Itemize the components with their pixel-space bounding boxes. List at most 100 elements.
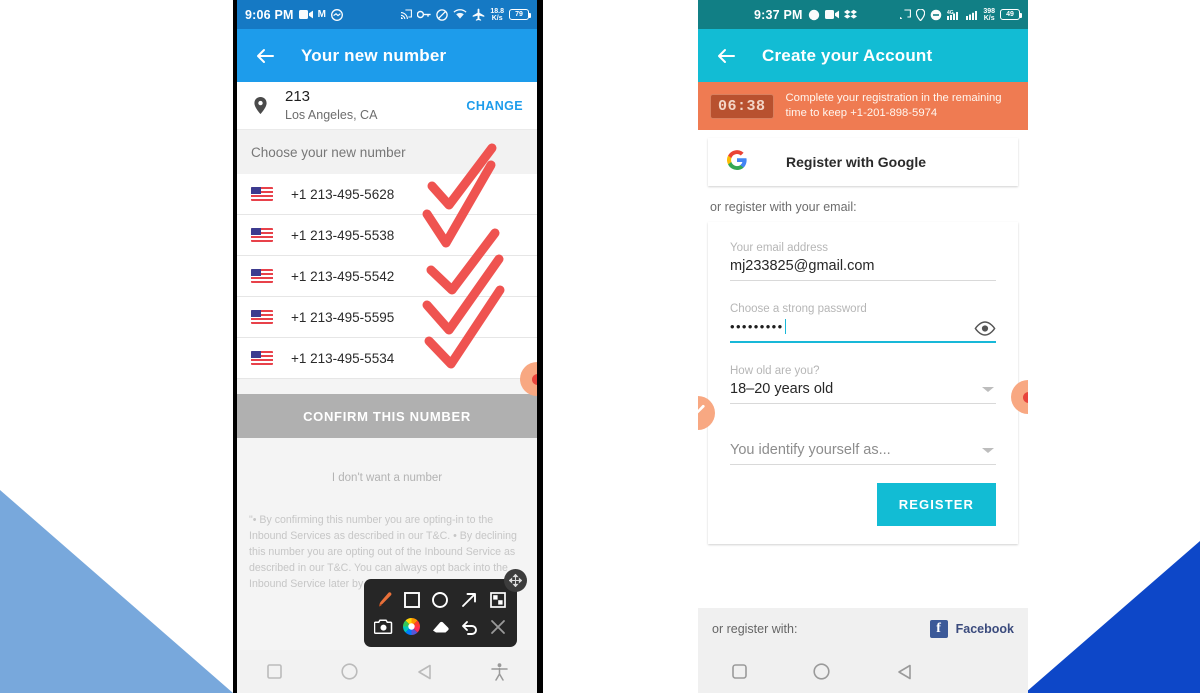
eye-visibility-icon[interactable] bbox=[974, 321, 996, 341]
us-flag-icon bbox=[251, 351, 273, 365]
countdown-timer: 06:38 bbox=[710, 93, 774, 119]
right-status-bar-right-group: 4G 398 K/s 49 bbox=[899, 7, 1023, 22]
record-dot-icon bbox=[808, 9, 820, 21]
do-not-disturb-icon bbox=[930, 9, 942, 21]
right-app-bar: Create your Account bbox=[698, 29, 1028, 82]
screenshot-edit-toolbar[interactable] bbox=[364, 569, 527, 647]
choose-number-label: Choose your new number bbox=[237, 130, 537, 174]
status-time: 9:37 PM bbox=[754, 7, 803, 22]
network-speed-indicator: 398 K/s bbox=[983, 7, 995, 22]
google-g-icon bbox=[726, 149, 748, 175]
decline-number-link[interactable]: I don't want a number bbox=[237, 446, 537, 512]
vpn-key-icon bbox=[417, 10, 431, 19]
triangle-back-icon[interactable] bbox=[405, 652, 445, 692]
facebook-label: Facebook bbox=[955, 622, 1014, 636]
confirm-number-button[interactable]: CONFIRM THIS NUMBER bbox=[237, 394, 537, 438]
number-list-item[interactable]: +1 213-495-5628 bbox=[237, 174, 537, 215]
network-speed-indicator: 18.8 K/s bbox=[490, 7, 504, 22]
page-title: Create your Account bbox=[762, 45, 933, 65]
chat-bubble-icon bbox=[331, 8, 343, 21]
left-status-bar-right-group: 18.8 K/s 79 bbox=[400, 7, 532, 22]
back-arrow-icon[interactable] bbox=[253, 44, 277, 68]
triangle-back-icon[interactable] bbox=[884, 652, 924, 692]
list-spacer bbox=[237, 379, 537, 394]
us-flag-icon bbox=[251, 187, 273, 201]
move-handle-icon[interactable] bbox=[504, 569, 527, 592]
video-camera-icon bbox=[824, 9, 839, 20]
age-select-value[interactable]: 18–20 years old bbox=[730, 381, 996, 403]
battery-indicator: 79 bbox=[509, 9, 532, 20]
close-icon[interactable] bbox=[486, 615, 510, 639]
handle-dot bbox=[1022, 391, 1028, 403]
age-field-group: How old are you? 18–20 years old bbox=[730, 365, 996, 404]
circle-shape-icon[interactable] bbox=[428, 588, 452, 612]
or-register-with-label: or register with: bbox=[712, 622, 798, 636]
phone-number: +1 213-495-5628 bbox=[291, 186, 395, 202]
square-shape-icon[interactable] bbox=[400, 588, 424, 612]
background-triangle-right bbox=[1025, 541, 1200, 693]
email-field-underline bbox=[730, 280, 996, 281]
number-list-item[interactable]: +1 213-495-5534 bbox=[237, 338, 537, 379]
camera-icon[interactable] bbox=[371, 615, 395, 639]
number-list-item[interactable]: +1 213-495-5542 bbox=[237, 256, 537, 297]
submit-row: REGISTER bbox=[730, 475, 996, 526]
left-nav-bar bbox=[237, 650, 537, 693]
email-field-label: Your email address bbox=[730, 242, 829, 254]
us-flag-icon bbox=[251, 228, 273, 242]
eraser-icon[interactable] bbox=[428, 615, 452, 639]
identity-field-group: You identify yourself as... bbox=[730, 426, 996, 465]
m-messenger-icon: M bbox=[317, 9, 326, 20]
right-nav-bar bbox=[698, 650, 1028, 693]
battery-indicator: 49 bbox=[1000, 9, 1023, 20]
screenshot-canvas: 9:06 PM M 18.8 K/s 79 Your new number 21… bbox=[0, 0, 1200, 693]
timer-message: Complete your registration in the remain… bbox=[785, 92, 1002, 119]
phone-number: +1 213-495-5595 bbox=[291, 309, 395, 325]
circle-home-icon[interactable] bbox=[802, 652, 842, 692]
wifi-icon bbox=[453, 9, 467, 20]
square-recents-icon[interactable] bbox=[719, 652, 759, 692]
brush-icon[interactable] bbox=[371, 588, 395, 612]
accessibility-icon[interactable] bbox=[480, 652, 520, 692]
screen-cast-icon bbox=[400, 9, 413, 20]
chevron-down-icon[interactable] bbox=[982, 387, 994, 392]
change-location-button[interactable]: CHANGE bbox=[466, 99, 523, 113]
phone-number: +1 213-495-5542 bbox=[291, 268, 395, 284]
circle-home-icon[interactable] bbox=[330, 652, 370, 692]
social-register-row: or register with: f Facebook bbox=[698, 608, 1028, 650]
do-not-disturb-icon bbox=[436, 8, 449, 21]
us-flag-icon bbox=[251, 269, 273, 283]
age-field-underline bbox=[730, 403, 996, 404]
left-phone-screen: 9:06 PM M 18.8 K/s 79 Your new number 21… bbox=[237, 0, 537, 693]
email-field[interactable]: mj233825@gmail.com bbox=[730, 258, 996, 280]
registration-form-card: Your email address mj233825@gmail.com Ch… bbox=[708, 222, 1018, 544]
identity-select-placeholder[interactable]: You identify yourself as... bbox=[730, 442, 996, 464]
facebook-icon: f bbox=[929, 620, 948, 638]
right-status-bar-left-group: 9:37 PM bbox=[754, 8, 857, 22]
register-button[interactable]: REGISTER bbox=[876, 483, 996, 526]
google-button-label: Register with Google bbox=[786, 154, 927, 170]
password-masked-value: ••••••••• bbox=[730, 319, 784, 334]
nav-spacer bbox=[967, 652, 1007, 692]
back-arrow-icon[interactable] bbox=[714, 44, 738, 68]
number-list-item[interactable]: +1 213-495-5595 bbox=[237, 297, 537, 338]
color-wheel-icon[interactable] bbox=[400, 615, 424, 639]
right-status-bar: 9:37 PM 4G 398 K/s 49 bbox=[698, 0, 1028, 29]
chevron-down-icon[interactable] bbox=[982, 448, 994, 453]
square-recents-icon[interactable] bbox=[255, 652, 295, 692]
left-app-bar: Your new number bbox=[237, 29, 537, 82]
facebook-register-button[interactable]: f Facebook bbox=[929, 620, 1014, 638]
number-list-item[interactable]: +1 213-495-5538 bbox=[237, 215, 537, 256]
register-with-google-button[interactable]: Register with Google bbox=[708, 138, 1018, 186]
city-label: Los Angeles, CA bbox=[285, 107, 378, 122]
airplane-mode-icon bbox=[472, 8, 485, 21]
location-text: 213 Los Angeles, CA bbox=[285, 88, 466, 124]
right-phone-frame: 9:37 PM 4G 398 K/s 49 Create your Accoun… bbox=[698, 0, 1028, 693]
phone-number: +1 213-495-5534 bbox=[291, 350, 395, 366]
mosaic-icon[interactable] bbox=[486, 588, 510, 612]
undo-icon[interactable] bbox=[457, 615, 481, 639]
location-row[interactable]: 213 Los Angeles, CA CHANGE bbox=[237, 82, 537, 130]
brush-icon bbox=[698, 403, 706, 424]
left-phone-frame: 9:06 PM M 18.8 K/s 79 Your new number 21… bbox=[233, 0, 543, 693]
password-field[interactable]: ••••••••• bbox=[730, 319, 996, 341]
arrow-icon[interactable] bbox=[457, 588, 481, 612]
